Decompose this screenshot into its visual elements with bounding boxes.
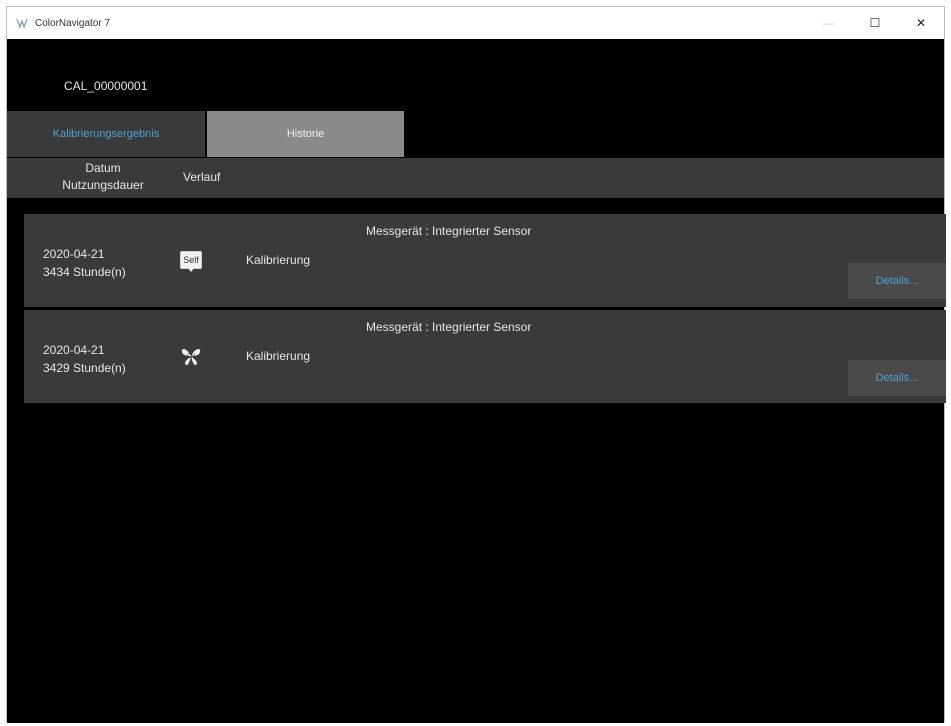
- row-meter: Messgerät : Integrierter Sensor: [366, 320, 532, 334]
- history-row: 2020-04-21 3434 Stunde(n) Self Kalibrier…: [24, 214, 946, 307]
- close-button[interactable]: ✕: [898, 7, 944, 39]
- row-date-usage: 2020-04-21 3434 Stunde(n): [43, 245, 126, 281]
- column-history-label: Verlauf: [183, 170, 221, 184]
- window-controls: — ☐ ✕: [806, 7, 944, 39]
- tab-historie[interactable]: Historie: [207, 111, 404, 157]
- row-usage-hours: 3434 Stunde(n): [43, 265, 126, 279]
- row-type: Kalibrierung: [246, 349, 311, 363]
- row-date: 2020-04-21: [43, 247, 105, 261]
- main-content: CAL_00000001 Kalibrierungsergebnis Histo…: [7, 39, 946, 723]
- column-usage-label: Nutzungsdauer: [62, 178, 144, 192]
- maximize-button[interactable]: ☐: [852, 7, 898, 39]
- details-button[interactable]: Details...: [848, 263, 946, 299]
- row-date: 2020-04-21: [43, 343, 105, 357]
- self-icon-label: Self: [180, 251, 202, 272]
- column-header: Datum Nutzungsdauer Verlauf: [7, 158, 944, 198]
- app-window: ColorNavigator 7 — ☐ ✕ CAL_00000001 Kali…: [6, 6, 946, 723]
- butterfly-icon: CN: [181, 348, 201, 366]
- row-usage-hours: 3429 Stunde(n): [43, 361, 126, 375]
- title-bar: ColorNavigator 7 — ☐ ✕: [7, 7, 944, 39]
- history-row: 2020-04-21 3429 Stunde(n) CN Kalibrierun…: [24, 310, 946, 403]
- minimize-button[interactable]: —: [806, 7, 852, 39]
- self-calibration-icon: Self: [180, 249, 202, 272]
- details-button[interactable]: Details...: [848, 360, 946, 396]
- colornavigator-icon: CN: [180, 345, 202, 367]
- column-date-label: Datum: [85, 161, 121, 175]
- row-type: Kalibrierung: [246, 253, 311, 267]
- tab-bar: Kalibrierungsergebnis Historie: [7, 111, 404, 157]
- tab-kalibrierungsergebnis[interactable]: Kalibrierungsergebnis: [7, 111, 205, 157]
- colornavigator-app-icon: [15, 16, 29, 30]
- column-date-usage: Datum Nutzungsdauer: [47, 160, 159, 194]
- window-title: ColorNavigator 7: [35, 17, 111, 29]
- row-meter: Messgerät : Integrierter Sensor: [366, 224, 532, 238]
- row-date-usage: 2020-04-21 3429 Stunde(n): [43, 341, 126, 377]
- cn-icon-label: CN: [187, 354, 196, 360]
- device-id-label: CAL_00000001: [64, 79, 148, 93]
